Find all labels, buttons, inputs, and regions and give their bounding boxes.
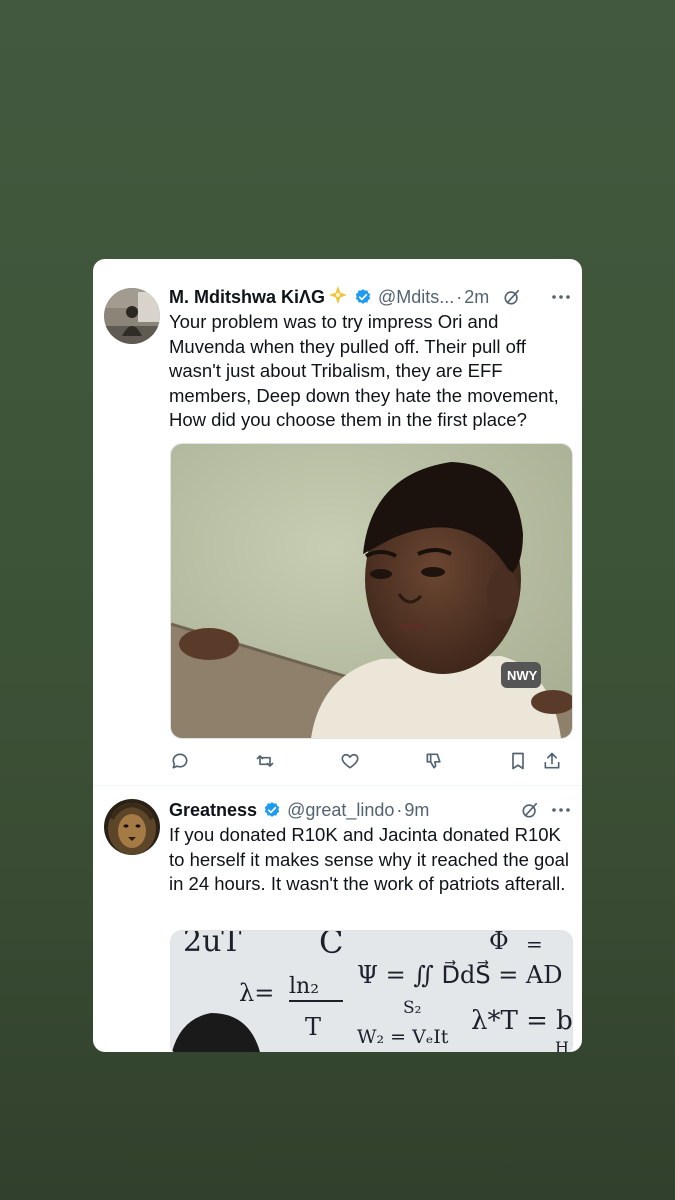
more-icon[interactable] — [551, 294, 571, 300]
reply-icon[interactable] — [170, 751, 190, 771]
equation: C — [319, 931, 343, 961]
timestamp[interactable]: 9m — [404, 800, 429, 821]
grok-icon[interactable] — [521, 801, 539, 819]
timeline-card: M. Mditshwa KiΛG @Mdits... · 2m Your pro… — [93, 259, 582, 1052]
tweet-header: M. Mditshwa KiΛG @Mdits... · 2m — [169, 285, 571, 309]
equation: ln₂ — [289, 974, 319, 999]
equation: S₂ — [403, 998, 421, 1018]
tweet-text: Your problem was to try impress Ori and … — [169, 311, 559, 430]
author-handle[interactable]: @Mdits... — [378, 287, 454, 308]
avatar[interactable] — [104, 288, 160, 344]
share-icon[interactable] — [542, 751, 562, 771]
tweet-2[interactable]: Greatness @great_lindo · 9m If you donat… — [93, 786, 582, 1052]
watermark: NWY — [507, 668, 538, 683]
equation: = — [526, 932, 543, 956]
author-name[interactable]: Greatness — [169, 800, 257, 821]
sparkle-emoji — [328, 285, 348, 310]
equation: 2uT — [183, 931, 241, 959]
tweet-image[interactable]: NWY — [170, 443, 573, 739]
separator: · — [456, 286, 463, 307]
equation: Φ — [489, 931, 509, 955]
equation: H — [555, 1038, 569, 1052]
equation: W₂ = VₑIt — [357, 1026, 449, 1048]
like-icon[interactable] — [340, 751, 360, 771]
repost-icon[interactable] — [255, 751, 275, 771]
tweet-header: Greatness @great_lindo · 9m — [169, 798, 571, 822]
verified-badge-icon — [263, 801, 281, 819]
more-icon[interactable] — [551, 807, 571, 813]
tweet-image[interactable]: 2uT C Φ = λ= ln₂ T Ψ = ∬ D⃗dS⃗ = AD S₂ W… — [170, 930, 573, 1052]
equation: T — [305, 1013, 321, 1041]
tweet-actions — [170, 751, 570, 775]
tweet-1[interactable]: M. Mditshwa KiΛG @Mdits... · 2m Your pro… — [93, 259, 582, 786]
bookmark-icon[interactable] — [508, 751, 528, 771]
tweet-text: If you donated R10K and Jacinta donated … — [169, 824, 570, 894]
equation: Ψ = ∬ D⃗dS⃗ = AD — [357, 960, 563, 989]
dislike-icon[interactable] — [424, 751, 444, 771]
grok-icon[interactable] — [503, 288, 521, 306]
separator: · — [396, 799, 403, 820]
verified-badge-icon — [354, 288, 372, 306]
timestamp[interactable]: 2m — [464, 287, 489, 308]
equation: λ*T = b — [471, 1006, 572, 1036]
author-handle[interactable]: @great_lindo — [287, 800, 394, 821]
author-name[interactable]: M. Mditshwa KiΛG — [169, 287, 325, 308]
avatar[interactable] — [104, 799, 160, 855]
equation: λ= — [239, 979, 274, 1007]
